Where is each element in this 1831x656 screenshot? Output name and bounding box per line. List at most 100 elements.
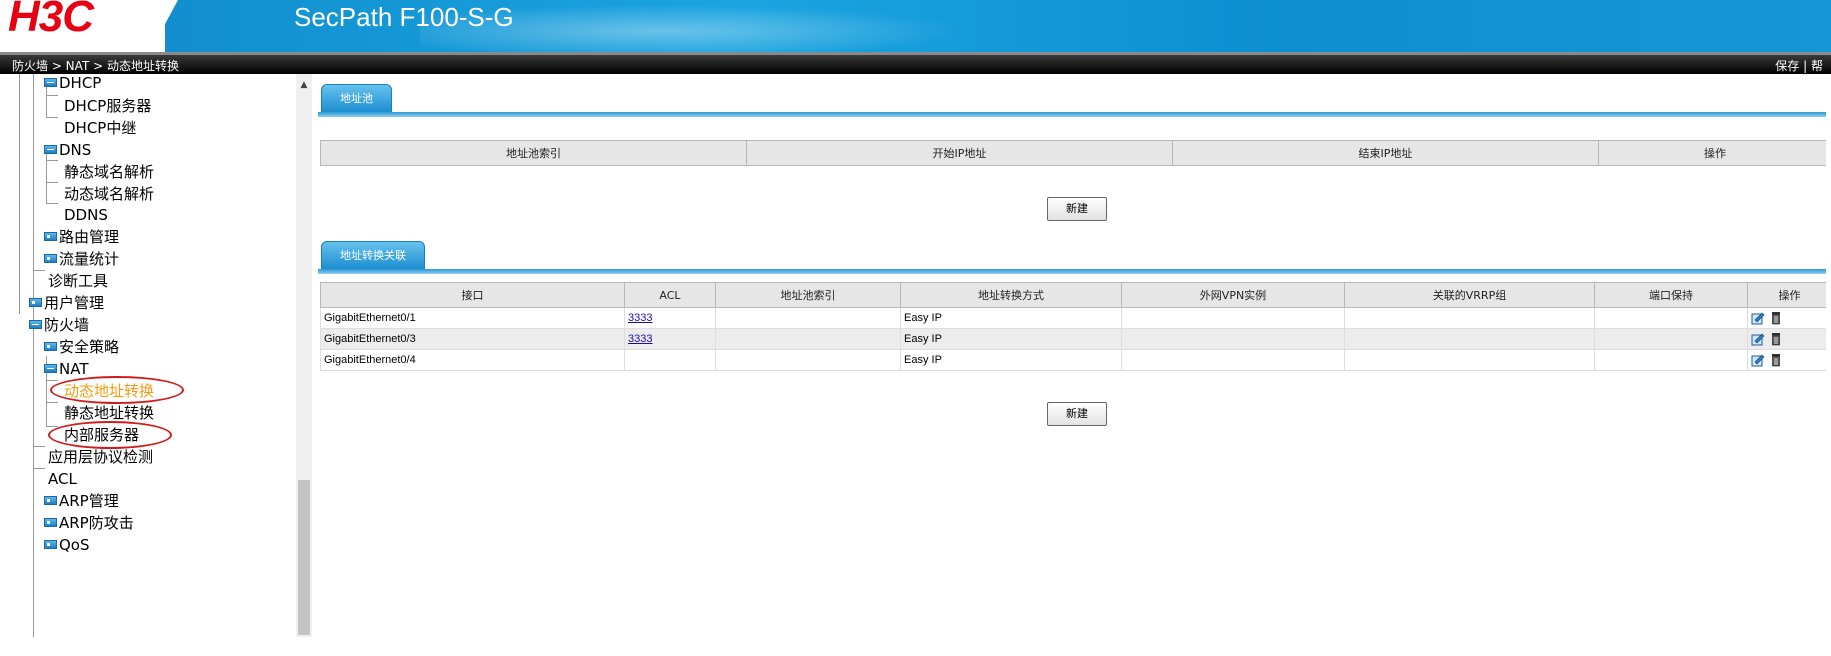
interface-cell: GigabitEthernet0/3 xyxy=(320,328,625,350)
breadcrumb-bar: 防火墙 > NAT > 动态地址转换 保存 | 帮 xyxy=(0,52,1831,74)
column-header[interactable]: 开始IP地址 xyxy=(746,140,1173,166)
column-header[interactable]: ACL xyxy=(624,282,716,308)
nat-tab-bar: 地址转换关联 xyxy=(318,241,1831,274)
edit-icon[interactable] xyxy=(1751,353,1765,367)
table-row: GigabitEthernet0/1 3333 Easy IP xyxy=(320,307,1831,329)
folder-minus-icon xyxy=(44,78,57,87)
interface-cell: GigabitEthernet0/4 xyxy=(320,349,625,371)
right-edge xyxy=(1826,74,1831,637)
column-header[interactable]: 结束IP地址 xyxy=(1172,140,1599,166)
nat-association-table: 接口 ACL 地址池索引 地址转换方式 外网VPN实例 关联的VRRP组 端口保… xyxy=(320,282,1831,371)
sidebar-item-routing[interactable]: 路由管理 xyxy=(44,225,119,249)
acl-link[interactable]: 3333 xyxy=(628,312,652,324)
vpn-cell xyxy=(1121,307,1345,329)
folder-plus-icon xyxy=(44,342,57,351)
operation-cell xyxy=(1747,307,1831,329)
sidebar-item-arp-defense[interactable]: ARP防攻击 xyxy=(44,511,134,535)
pool-cell xyxy=(715,349,901,371)
vpn-cell xyxy=(1121,328,1345,350)
sidebar-item-qos[interactable]: QoS xyxy=(44,533,90,557)
sidebar-item-security-policy[interactable]: 安全策略 xyxy=(44,335,119,359)
folder-plus-icon xyxy=(44,232,57,241)
interface-cell: GigabitEthernet0/1 xyxy=(320,307,625,329)
delete-icon[interactable] xyxy=(1769,311,1783,325)
column-header[interactable]: 地址转换方式 xyxy=(900,282,1122,308)
edit-icon[interactable] xyxy=(1751,311,1765,325)
column-header[interactable]: 地址池索引 xyxy=(715,282,901,308)
delete-icon[interactable] xyxy=(1769,353,1783,367)
sidebar-item-firewall[interactable]: 防火墙 xyxy=(29,313,89,337)
tree-line xyxy=(33,468,45,469)
sidebar-item-acl[interactable]: ACL xyxy=(48,467,77,491)
tree-line xyxy=(46,402,58,403)
port-cell xyxy=(1594,328,1748,350)
product-title: SecPath F100-S-G xyxy=(294,2,514,32)
pool-tab-bar: 地址池 xyxy=(318,84,1831,117)
operation-cell xyxy=(1747,328,1831,350)
column-header[interactable]: 端口保持 xyxy=(1594,282,1748,308)
sidebar-item-dhcp-relay[interactable]: DHCP中继 xyxy=(64,116,136,140)
sidebar-item-ddns[interactable]: DDNS xyxy=(64,203,108,227)
vrrp-cell xyxy=(1344,349,1595,371)
tree-line xyxy=(46,117,58,118)
column-header[interactable]: 地址池索引 xyxy=(320,140,747,166)
mode-cell: Easy IP xyxy=(900,328,1122,350)
column-header[interactable]: 接口 xyxy=(320,282,625,308)
column-header[interactable]: 外网VPN实例 xyxy=(1121,282,1345,308)
tab-nat-association[interactable]: 地址转换关联 xyxy=(321,241,425,269)
delete-icon[interactable] xyxy=(1769,332,1783,346)
main-content: 地址池 地址池索引 开始IP地址 结束IP地址 操作 新建 地址转换关联 接口 … xyxy=(318,74,1831,637)
acl-cell: 3333 xyxy=(624,307,716,329)
logo-slant xyxy=(150,0,178,52)
vpn-cell xyxy=(1121,349,1345,371)
port-cell xyxy=(1594,307,1748,329)
tree-line xyxy=(46,182,58,183)
new-pool-button[interactable]: 新建 xyxy=(1047,197,1107,221)
acl-cell xyxy=(624,349,716,371)
mode-cell: Easy IP xyxy=(900,307,1122,329)
folder-plus-icon xyxy=(44,254,57,263)
tree-line xyxy=(19,74,20,314)
breadcrumb: 防火墙 > NAT > 动态地址转换 xyxy=(12,59,179,73)
column-header: 操作 xyxy=(1598,140,1831,166)
scroll-up-arrow-icon[interactable]: ▲ xyxy=(297,78,311,92)
bottom-band xyxy=(0,637,1831,656)
save-link[interactable]: 保存 xyxy=(1775,59,1799,73)
address-pool-table: 地址池索引 开始IP地址 结束IP地址 操作 xyxy=(320,140,1831,166)
top-actions: 保存 | 帮 xyxy=(1775,57,1823,74)
table-row: GigabitEthernet0/4 Easy IP xyxy=(320,349,1831,371)
vrrp-cell xyxy=(1344,307,1595,329)
pool-cell xyxy=(715,307,901,329)
help-link[interactable]: | 帮 xyxy=(1803,59,1823,73)
column-header: 操作 xyxy=(1747,282,1831,308)
annotation-ellipse xyxy=(50,376,184,404)
sidebar-item-traffic-stats[interactable]: 流量统计 xyxy=(44,247,119,271)
sidebar-scrollbar-thumb[interactable] xyxy=(298,480,310,635)
sidebar-item-static-dns[interactable]: 静态域名解析 xyxy=(64,160,154,184)
new-nat-button[interactable]: 新建 xyxy=(1047,402,1107,426)
folder-minus-icon xyxy=(44,364,57,373)
app-header: H3C SecPath F100-S-G xyxy=(0,0,1831,52)
folder-plus-icon xyxy=(29,298,42,307)
sidebar-item-diagnostics[interactable]: 诊断工具 xyxy=(48,269,108,293)
sidebar-item-dhcp[interactable]: DHCP xyxy=(44,74,101,95)
acl-cell: 3333 xyxy=(624,328,716,350)
folder-plus-icon xyxy=(44,496,57,505)
edit-icon[interactable] xyxy=(1751,332,1765,346)
acl-link[interactable]: 3333 xyxy=(628,333,652,345)
sidebar-item-arp-management[interactable]: ARP管理 xyxy=(44,489,119,513)
column-header[interactable]: 关联的VRRP组 xyxy=(1344,282,1595,308)
tree-line xyxy=(46,203,58,204)
sidebar-item-app-protocol-inspection[interactable]: 应用层协议检测 xyxy=(48,445,153,469)
operation-cell xyxy=(1747,349,1831,371)
table-row: GigabitEthernet0/3 3333 Easy IP xyxy=(320,328,1831,350)
tree-line xyxy=(33,314,34,637)
nav-sidebar: DHCP DHCP服务器 DHCP中继 DNS 静态域名解析 动态域名解析 DD… xyxy=(0,74,312,637)
sidebar-item-dns[interactable]: DNS xyxy=(44,138,91,162)
sidebar-item-dhcp-server[interactable]: DHCP服务器 xyxy=(64,94,151,118)
table-header-row: 接口 ACL 地址池索引 地址转换方式 外网VPN实例 关联的VRRP组 端口保… xyxy=(320,282,1831,308)
port-cell xyxy=(1594,349,1748,371)
sidebar-item-user-management[interactable]: 用户管理 xyxy=(29,291,104,315)
folder-minus-icon xyxy=(44,145,57,154)
tab-address-pool[interactable]: 地址池 xyxy=(321,84,392,112)
